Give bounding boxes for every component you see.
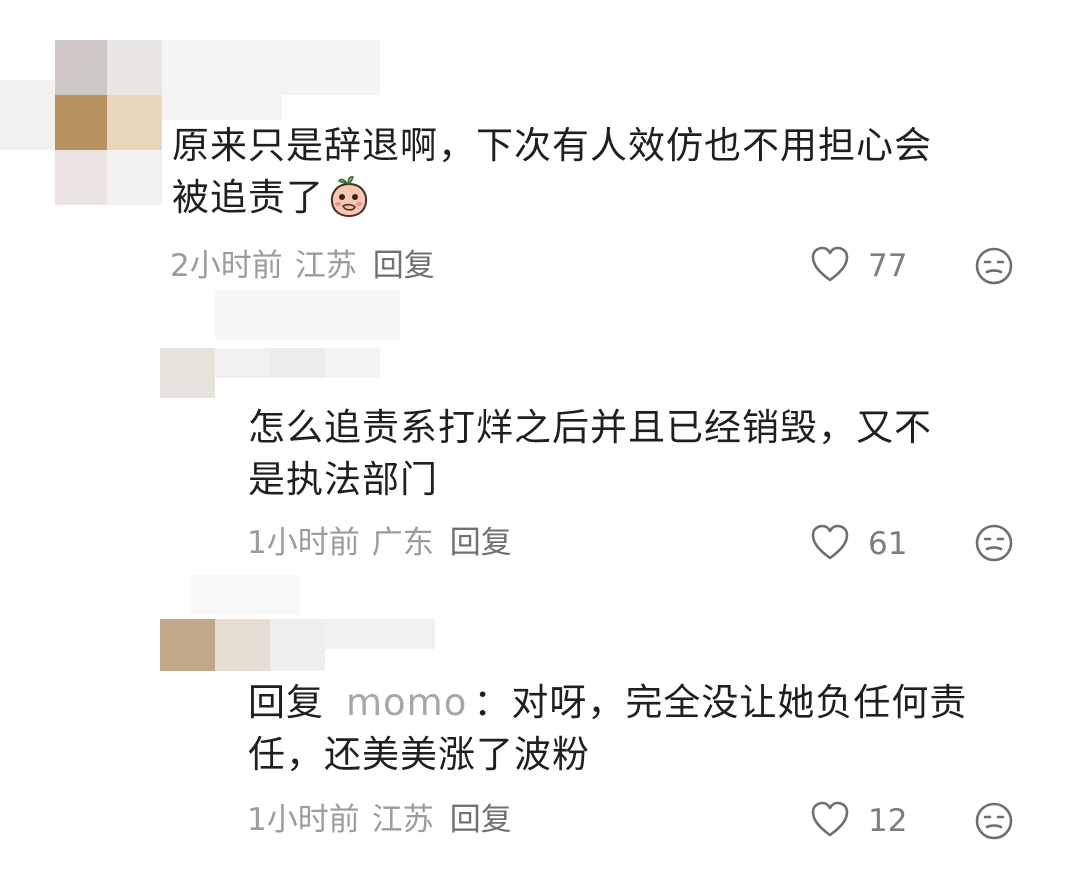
heart-outline-icon	[810, 800, 850, 842]
like-count: 77	[868, 248, 908, 284]
neutral-face-icon	[974, 802, 1014, 845]
like-button[interactable]: 77	[810, 244, 907, 288]
comment-location: 江苏	[294, 248, 357, 284]
reply-to-username[interactable]: momo	[346, 681, 467, 724]
comment-time: 1小时前	[247, 802, 360, 838]
dislike-button[interactable]	[974, 523, 1014, 563]
comment-time: 1小时前	[247, 525, 360, 561]
comment-meta: 2小时前 江苏 回复	[170, 246, 447, 286]
reply-button[interactable]: 回复	[450, 525, 512, 561]
heart-outline-icon	[810, 523, 850, 565]
like-button[interactable]: 61	[810, 522, 907, 566]
heart-outline-icon	[810, 245, 850, 287]
comment-meta: 1小时前 江苏 回复	[247, 800, 524, 840]
reply-button[interactable]: 回复	[450, 802, 512, 838]
dislike-button[interactable]	[974, 801, 1014, 841]
comment-location: 广东	[371, 525, 434, 561]
comment-meta: 1小时前 广东 回复	[247, 523, 524, 563]
neutral-face-icon	[974, 524, 1014, 567]
reply-button[interactable]: 回复	[373, 248, 435, 284]
neutral-face-icon	[974, 247, 1014, 290]
blurred-avatar-username	[160, 575, 450, 675]
comment-text: 原来只是辞退啊，下次有人效仿也不用担心会 被追责了	[172, 124, 932, 219]
comment-time: 2小时前	[170, 248, 283, 284]
like-count: 12	[868, 803, 908, 839]
like-count: 61	[868, 526, 908, 562]
reply-prefix: 回复	[248, 681, 324, 724]
dislike-button[interactable]	[974, 246, 1014, 286]
comment-text: 怎么追责系打烊之后并且已经销毁，又不 是执法部门	[248, 406, 932, 501]
blurred-avatar-username	[160, 290, 400, 405]
like-button[interactable]: 12	[810, 799, 907, 843]
comment-text: 回复 momo ：对呀，完全没让她负任何责 任，还美美涨了波粉	[248, 681, 968, 776]
comment-location: 江苏	[371, 802, 434, 838]
peach-emoji-icon	[328, 174, 370, 218]
